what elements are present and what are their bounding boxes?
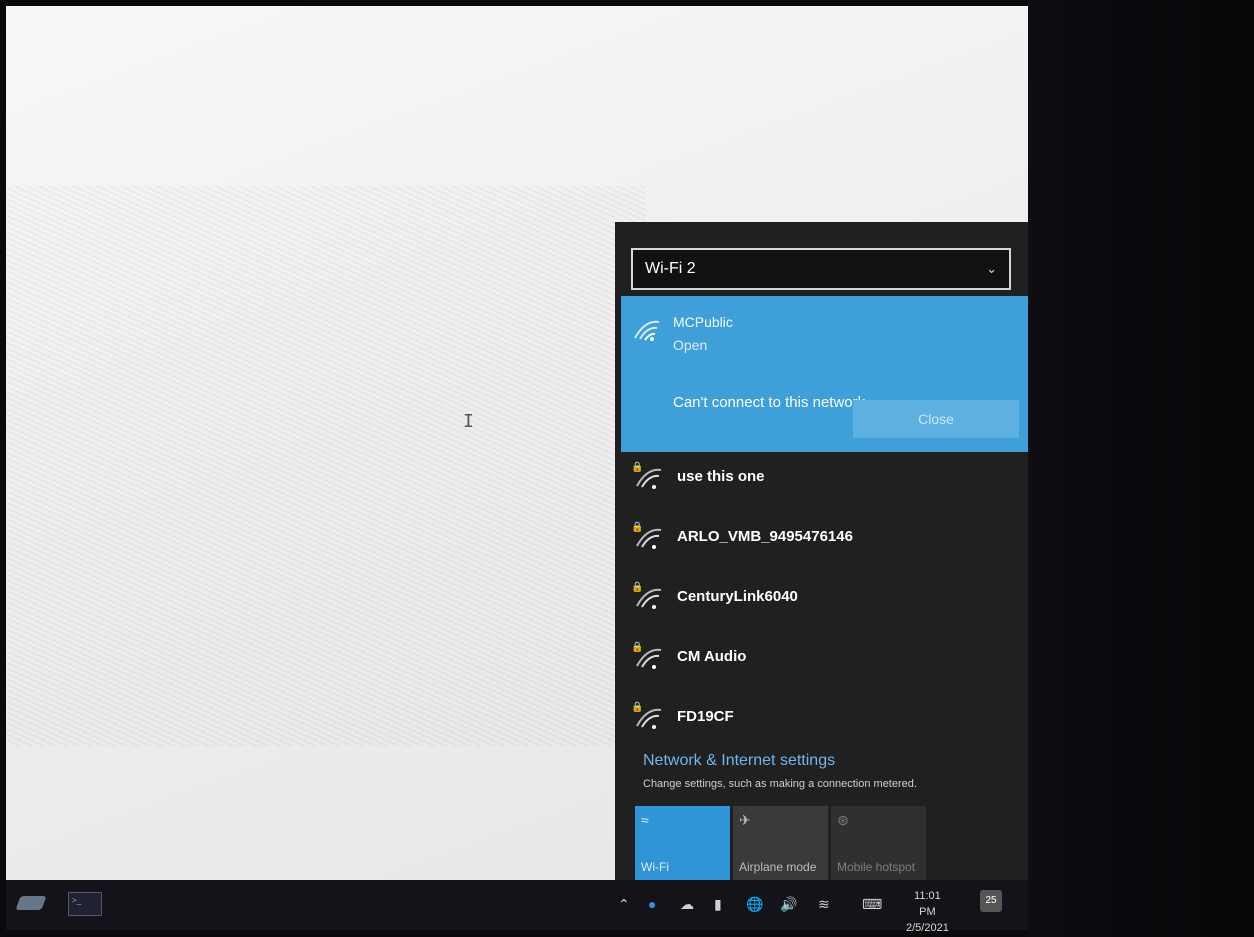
text-cursor-icon: I bbox=[463, 411, 474, 432]
network-name: CM Audio bbox=[677, 648, 747, 665]
network-item[interactable]: 🔒 ARLO_VMB_9495476146 bbox=[621, 522, 1028, 582]
chevron-up-icon[interactable]: ⌃ bbox=[618, 896, 630, 913]
wifi-signal-icon bbox=[635, 646, 663, 675]
active-network[interactable]: MCPublic Open Can't connect to this netw… bbox=[621, 296, 1028, 452]
taskbar: >_ ⌃ ● ☁ ▮ 🌐 🔊 ≋ ⌨ 11:01 PM 2/5/2021 25 bbox=[6, 880, 1028, 934]
wifi-signal-icon bbox=[635, 586, 663, 615]
network-settings-description: Change settings, such as making a connec… bbox=[643, 778, 917, 790]
mobile-hotspot-tile[interactable]: ⊛ Mobile hotspot bbox=[831, 806, 926, 880]
network-list: 🔒 use this one 🔒 ARLO_VMB_9495476146 🔒 C… bbox=[621, 462, 1028, 762]
wifi-signal-icon bbox=[635, 526, 663, 555]
close-button[interactable]: Close bbox=[853, 400, 1019, 438]
adapter-select[interactable]: Wi-Fi 2 ⌄ bbox=[631, 248, 1011, 290]
adapter-label: Wi-Fi 2 bbox=[645, 260, 696, 277]
network-name: FD19CF bbox=[677, 708, 734, 725]
network-icon[interactable]: ≋ bbox=[818, 896, 830, 913]
network-item[interactable]: 🔒 CM Audio bbox=[621, 642, 1028, 702]
keyboard-icon[interactable]: ⌨ bbox=[862, 896, 882, 913]
hotspot-tile-label: Mobile hotspot bbox=[837, 860, 916, 874]
notification-center-icon[interactable]: 25 bbox=[980, 890, 1002, 912]
airplane-tile-label: Airplane mode bbox=[739, 860, 817, 874]
app-tray-icon[interactable]: ● bbox=[648, 896, 656, 912]
wifi-flyout: Wi-Fi 2 ⌄ MCPublic Open Can't connect to… bbox=[615, 222, 1028, 880]
monitor-bezel bbox=[1028, 0, 1254, 937]
network-name: ARLO_VMB_9495476146 bbox=[677, 528, 853, 545]
network-name: CenturyLink6040 bbox=[677, 588, 798, 605]
clock-date: 2/5/2021 bbox=[906, 922, 949, 934]
globe-icon[interactable]: 🌐 bbox=[746, 896, 763, 913]
battery-icon[interactable]: ▮ bbox=[714, 896, 722, 913]
terminal-icon: >_ bbox=[72, 896, 82, 905]
airplane-icon: ✈ bbox=[739, 812, 751, 828]
wifi-tile-label: Wi-Fi bbox=[641, 860, 669, 874]
start-icon[interactable] bbox=[15, 896, 47, 910]
wifi-signal-icon bbox=[635, 466, 663, 495]
network-name: use this one bbox=[677, 468, 765, 485]
volume-icon[interactable]: 🔊 bbox=[780, 896, 797, 913]
chevron-down-icon: ⌄ bbox=[986, 261, 997, 276]
wifi-icon: ≈ bbox=[641, 812, 649, 828]
taskbar-app-terminal[interactable]: >_ bbox=[68, 892, 102, 916]
network-item[interactable]: 🔒 CenturyLink6040 bbox=[621, 582, 1028, 642]
connection-error-message: Can't connect to this network bbox=[673, 394, 866, 411]
wifi-toggle-tile[interactable]: ≈ Wi-Fi bbox=[635, 806, 730, 880]
screen-moire bbox=[6, 186, 646, 746]
cloud-icon[interactable]: ☁ bbox=[680, 896, 694, 913]
active-network-status: Open bbox=[673, 337, 708, 353]
network-settings-link[interactable]: Network & Internet settings bbox=[643, 752, 835, 770]
airplane-mode-tile[interactable]: ✈ Airplane mode bbox=[733, 806, 828, 880]
hotspot-icon: ⊛ bbox=[837, 812, 849, 828]
network-item[interactable]: 🔒 use this one bbox=[621, 462, 1028, 522]
wifi-signal-icon bbox=[633, 318, 661, 347]
clock-time: 11:01 PM bbox=[914, 890, 941, 918]
clock[interactable]: 11:01 PM 2/5/2021 bbox=[906, 888, 949, 936]
wifi-signal-icon bbox=[635, 706, 663, 735]
active-network-name: MCPublic bbox=[673, 314, 733, 330]
